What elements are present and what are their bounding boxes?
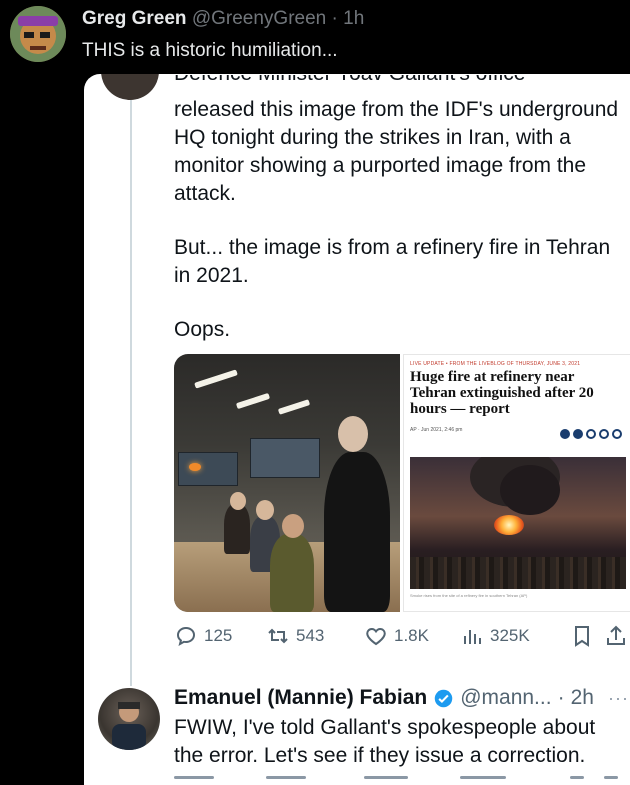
repost-button[interactable]: 543 [266, 624, 324, 648]
person-uniform [270, 534, 314, 612]
reply-button[interactable]: 125 [174, 624, 232, 648]
city-skyline [410, 557, 626, 589]
news-headline: Huge fire at refinery near Tehran exting… [410, 369, 594, 417]
smoke-plume [500, 465, 560, 515]
reply-action-cut[interactable] [174, 776, 214, 779]
news-byline: AP · Jun 2021, 2:46 pm [410, 427, 463, 433]
outer-tweet-text: THIS is a historic humiliation... [82, 40, 338, 61]
outer-handle[interactable]: @GreenyGreen [192, 8, 326, 29]
person-head [230, 492, 246, 510]
person-head [338, 416, 368, 452]
reply-text: FWIW, I've told Gallant's spokespeople a… [174, 716, 596, 767]
quoted-paragraph-1: released this image from the IDF's under… [174, 98, 619, 205]
ceiling-light [277, 399, 311, 415]
wall-monitor-fire [178, 452, 238, 486]
refinery-fire-photo [410, 457, 626, 589]
share-icon [599, 429, 609, 439]
share-icon [573, 429, 583, 439]
outer-timestamp[interactable]: 1h [343, 8, 364, 29]
repost-icon [268, 628, 288, 644]
command-room-photo[interactable] [174, 354, 400, 612]
heart-icon [366, 627, 386, 646]
tweet-actions: 125 543 1.8K 325K [174, 624, 630, 650]
like-button[interactable]: 1.8K [364, 624, 429, 648]
reply-actions-cut [174, 774, 630, 785]
bookmark-icon [575, 626, 589, 647]
reply-handle[interactable]: @mann... [460, 686, 551, 710]
quoted-paragraph-3: Oops. [174, 318, 231, 341]
outer-separator: · [331, 8, 338, 29]
bookmark-button[interactable] [570, 624, 594, 648]
share-buttons [560, 429, 622, 439]
outer-display-name[interactable]: Greg Green [82, 8, 187, 29]
ceiling-light [235, 392, 271, 410]
verified-badge-icon[interactable] [433, 688, 454, 709]
person-seated [224, 504, 250, 554]
repost-count: 543 [296, 626, 325, 645]
reply-timestamp[interactable]: 2h [571, 686, 594, 710]
news-meta: LIVE UPDATE • FROM THE LIVEBLOG OF THURS… [410, 361, 581, 367]
person-head [282, 514, 304, 538]
thread-line [130, 74, 132, 686]
cut-off-text-line: Defence Minister Yoav Gallant's office [174, 75, 594, 89]
ceiling-light [194, 369, 238, 389]
news-clipping[interactable]: LIVE UPDATE • FROM THE LIVEBLOG OF THURS… [403, 354, 630, 612]
like-count: 1.8K [394, 626, 429, 645]
outer-tweet-header: Greg Green @GreenyGreen · 1h [82, 8, 364, 30]
reply-count: 125 [204, 626, 233, 645]
wall-monitor [250, 438, 320, 478]
repost-action-cut[interactable] [266, 776, 306, 779]
reply-header: Emanuel (Mannie) Fabian @mann... · 2h [174, 686, 594, 710]
views-action-cut[interactable] [460, 776, 506, 779]
analytics-icon [464, 630, 481, 644]
share-icon [560, 429, 570, 439]
view-count: 325K [490, 626, 530, 645]
share-icon [607, 625, 625, 645]
bookmark-action-cut[interactable] [570, 776, 584, 779]
reply-separator: · [557, 686, 565, 709]
quoted-tweet-screenshot[interactable]: Defence Minister Yoav Gallant's office r… [84, 74, 630, 785]
views-button[interactable]: 325K [460, 624, 530, 648]
share-action-cut[interactable] [604, 776, 618, 779]
person-head [256, 500, 274, 520]
avatar-illustration-icon [10, 6, 66, 62]
like-action-cut[interactable] [364, 776, 408, 779]
outer-avatar[interactable] [10, 6, 66, 62]
quoted-avatar [101, 74, 159, 100]
news-caption: Smoke rises from the site of a refinery … [410, 593, 528, 598]
person-standing [324, 452, 390, 612]
tweet-media[interactable]: LIVE UPDATE • FROM THE LIVEBLOG OF THURS… [174, 354, 630, 612]
share-icon [586, 429, 596, 439]
quoted-tweet-body: released this image from the IDF's under… [174, 96, 624, 370]
reply-avatar[interactable] [98, 688, 160, 750]
reply-display-name[interactable]: Emanuel (Mannie) Fabian [174, 686, 427, 710]
quoted-paragraph-2: But... the image is from a refinery fire… [174, 236, 611, 287]
cut-off-text: Defence Minister Yoav Gallant's office [174, 75, 525, 86]
avatar-photo-icon [112, 702, 146, 750]
share-button[interactable] [604, 624, 628, 648]
share-icon [612, 429, 622, 439]
reply-icon [176, 626, 196, 646]
fire-glow [494, 515, 524, 535]
more-options-icon[interactable]: ··· [608, 688, 629, 709]
